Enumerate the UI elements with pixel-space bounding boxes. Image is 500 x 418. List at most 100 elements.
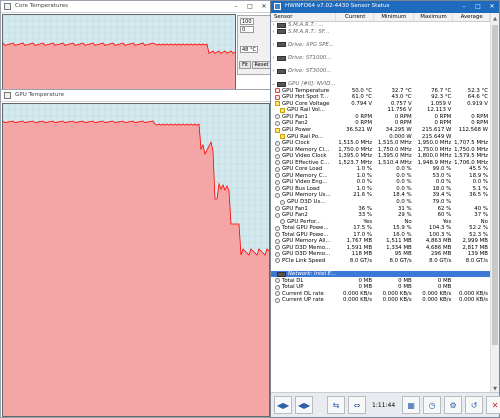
scrollbar-thumb[interactable] (492, 25, 498, 345)
sensor-row[interactable]: GPU Core Voltage 0.794 V 0.757 V 1.059 V 0.9… (271, 101, 490, 108)
sensor-average-value: 0.0 % (472, 179, 488, 186)
sensor-minimum-value: 0 RPM (394, 113, 412, 120)
expand-chevron-icon[interactable]: › (271, 55, 276, 61)
expand-chevron-icon[interactable]: › (271, 42, 276, 48)
minimize-button[interactable]: – (457, 1, 471, 12)
gauge-icon (280, 199, 285, 205)
sensor-row[interactable]: GPU D3D Memo... 118 MB 95 MB 296 MB 139 MB (271, 251, 490, 258)
sensor-row[interactable]: GPU Video Clock 1,395.0 MHz 1,395.0 MHz 1,8… (271, 153, 490, 160)
scale-max-field[interactable]: 100 (240, 18, 254, 25)
sensor-row[interactable]: GPU Memory All... 1,767 MB 1,511 MB 4,863 M… (271, 238, 490, 245)
sensor-row[interactable]: PCIe Link Speed 8.0 GT/s 8.0 GT/s 8.0 GT/s 8… (271, 258, 490, 265)
column-header-sensor[interactable]: Sensor (271, 13, 337, 21)
gauge-icon (275, 186, 280, 192)
sensor-maximum-value: 215.649 W (421, 133, 452, 140)
sensor-minimum-value: 0.0 % (396, 172, 412, 179)
network-icon[interactable]: ⇆ (327, 396, 345, 414)
sensor-maximum-value: 76.7 °C (431, 87, 452, 94)
sensor-row[interactable]: GPU Temperature 50.0 °C 32.7 °C 76.7 °C 52.3… (271, 87, 490, 94)
navigate-forward-icon[interactable]: ◀▶ (295, 396, 313, 414)
sensor-row[interactable]: GPU Bus Load 1.0 % 0.0 % 18.0 % 5.1 % (271, 186, 490, 193)
scroll-up-arrow-icon[interactable]: ▲ (491, 15, 499, 23)
collapse-chevron-icon[interactable]: ⌄ (271, 81, 276, 87)
sensor-name-cell: GPU Fan1 (271, 114, 336, 120)
sensor-row[interactable]: Current UP rate 0.000 KB/s 0.000 KB/s 0.000… (271, 297, 490, 304)
sensor-row[interactable]: GPU D3D Memo... 1,591 MB 1,334 MB 4,686 MB 2… (271, 245, 490, 252)
sensor-current-value: 1.0 % (356, 166, 373, 173)
expand-chevron-icon[interactable]: › (271, 29, 276, 35)
log-icon[interactable]: ▦ (402, 396, 421, 414)
clock-settings-icon[interactable]: ◷ (423, 396, 442, 414)
hwinfo-app-icon (274, 3, 281, 10)
sensor-name-cell: GPU Temperature (271, 88, 336, 94)
sensor-name-cell: GPU Perfor... (271, 219, 336, 225)
sensor-maximum-value: Yes (442, 218, 452, 225)
sensor-row[interactable]: GPU Memory Us... 21.6 % 18.4 % 39.4 % 36.5 % (271, 192, 490, 199)
maximize-button[interactable]: □ (471, 1, 485, 12)
device-icon (277, 29, 286, 35)
sensor-name-cell: PCIe Link Speed (271, 258, 336, 264)
close-button[interactable]: ✕ (485, 1, 499, 12)
reset-button[interactable]: Reset (252, 61, 271, 69)
sensor-row[interactable]: GPU Memory C... 1.0 % 0.0 % 53.0 % 18.9 % (271, 173, 490, 180)
reset-icon[interactable]: ↺ (465, 396, 484, 414)
column-header-current[interactable]: Current (336, 13, 375, 21)
column-header-average[interactable]: Average (453, 13, 490, 21)
collapse-chevron-icon[interactable]: ⌄ (271, 271, 276, 277)
sensor-minimum-value: No (404, 218, 412, 225)
sensor-current-value: 21.6 % (353, 192, 373, 199)
fan-icon (275, 212, 280, 218)
sensor-row[interactable]: GPU Hot Spot T... 61.0 °C 43.0 °C 92.3 °C 64… (271, 94, 490, 101)
sensor-current-value: 33 % (358, 212, 373, 219)
navigate-back-icon[interactable]: ◀▶ (274, 396, 292, 414)
sensor-row[interactable]: Current DL rate 0.000 KB/s 0.000 KB/s 0.000… (271, 290, 490, 297)
settings-icon[interactable]: ⚙ (444, 396, 463, 414)
collapse-icon[interactable]: ⇔ (348, 396, 366, 414)
sensor-row[interactable]: GPU Fan1 0 RPM 0 RPM 0 RPM 0 RPM (271, 114, 490, 121)
sensor-row[interactable]: GPU Perfor... Yes No Yes No (271, 218, 490, 225)
sensor-name-label: GPU Fan1 (282, 113, 308, 120)
sensor-row[interactable]: GPU Video Eng... 0.0 % 0.0 % 0.0 % 0.0 % (271, 179, 490, 186)
vertical-scrollbar[interactable]: ▲ ▼ (490, 13, 499, 394)
sensor-row[interactable]: GPU Effective C... 1,523.7 MHz 1,510.4 MHz… (271, 159, 490, 166)
sensor-row[interactable]: GPU Fan1 36 % 31 % 62 % 40 % (271, 205, 490, 212)
sensor-row[interactable]: Total GPU Powe... 17.0 % 16.0 % 100.3 % 52.3… (271, 232, 490, 239)
sensor-maximum-value: 12.113 V (427, 107, 452, 114)
expand-chevron-icon[interactable]: › (271, 22, 276, 28)
sensor-row[interactable]: GPU Power 36.521 W 34.295 W 215.617 W 112.56… (271, 127, 490, 134)
sensor-average-value: 1,750.0 MHz (454, 146, 488, 153)
gpu-temperature-area (3, 121, 269, 416)
sensor-current-value: 118 MB (351, 251, 373, 258)
sensor-maximum-value: 296 MB (430, 251, 452, 258)
close-button[interactable]: ✕ (257, 1, 271, 12)
minimize-button[interactable]: – (229, 1, 243, 12)
core-window-titlebar[interactable]: Core Temperatures – □ ✕ (1, 1, 271, 13)
gpu-window-titlebar[interactable]: GPU Temperature (1, 90, 271, 102)
sensor-name-cell: GPU D3D Us... (271, 199, 336, 205)
expand-chevron-icon[interactable]: › (271, 68, 276, 74)
fit-button[interactable]: Fit (239, 61, 251, 69)
column-header-minimum[interactable]: Minimum (374, 13, 414, 21)
sensor-current-value: 0 RPM (355, 113, 373, 120)
sensor-current-value: 0.000 KB/s (343, 290, 373, 297)
sensor-name-cell: GPU Rail Vol... (271, 107, 336, 113)
sensor-row[interactable]: GPU Memory Cl... 1,750.0 MHz 1,750.0 MHz 1,… (271, 146, 490, 153)
sensor-row[interactable]: GPU Fan2 0 RPM 0 RPM 0 RPM 0 RPM (271, 120, 490, 127)
sensor-row[interactable]: GPU Fan2 33 % 29 % 60 % 37 % (271, 212, 490, 219)
hwinfo-titlebar[interactable]: HWiNFO64 v7.02-4430 Sensor Status – □ ✕ (271, 1, 499, 13)
maximize-button[interactable]: □ (243, 1, 257, 12)
sensor-row[interactable]: GPU Core Load 1.0 % 0.0 % 99.0 % 45.5 % (271, 166, 490, 173)
sensor-name-cell: GPU D3D Memo... (271, 245, 336, 251)
scale-min-field[interactable]: 0 (240, 26, 254, 33)
hwinfo-title: HWiNFO64 v7.02-4430 Sensor Status (285, 3, 390, 9)
sensor-row[interactable]: Total GPU Powe... 17.5 % 15.9 % 104.3 % 52.2… (271, 225, 490, 232)
sensor-row[interactable]: GPU Clock 1,515.0 MHz 1,515.0 MHz 1,950.0 M… (271, 140, 490, 147)
gauge-icon (275, 232, 280, 238)
sensor-maximum-value: 215.617 W (421, 127, 452, 134)
sensor-name-label: PCIe Link Speed (282, 257, 326, 264)
close-icon[interactable]: ✕ (486, 396, 500, 414)
column-header-maximum[interactable]: Maximum (414, 13, 454, 21)
sensor-name-cell: GPU Fan2 (271, 212, 336, 218)
hwinfo-app-icon (4, 3, 11, 10)
sensor-maximum-value: 0 MB (437, 277, 452, 284)
